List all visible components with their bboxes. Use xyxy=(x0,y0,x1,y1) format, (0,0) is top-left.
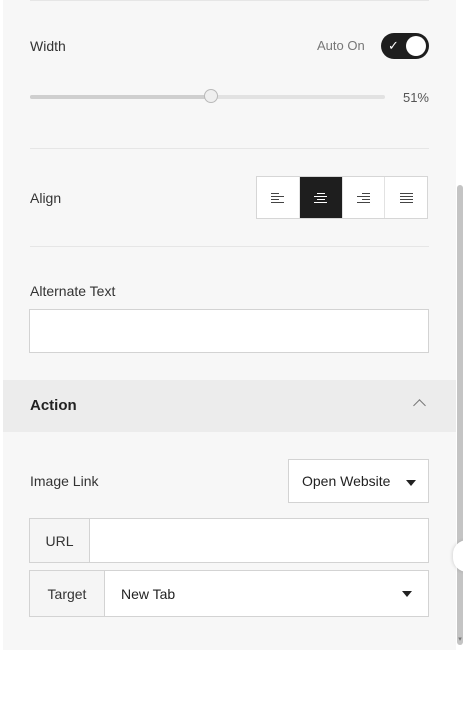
align-right-icon xyxy=(356,192,370,203)
divider xyxy=(30,246,429,247)
width-label: Width xyxy=(30,38,66,54)
target-value: New Tab xyxy=(121,586,176,602)
chevron-up-icon[interactable] xyxy=(413,399,426,412)
top-divider xyxy=(30,0,429,1)
caret-down-icon xyxy=(402,591,412,597)
check-icon: ✓ xyxy=(388,38,399,53)
align-center-button[interactable] xyxy=(298,177,342,218)
align-justify-icon xyxy=(399,192,413,203)
target-label: Target xyxy=(30,571,105,616)
toggle-knob xyxy=(406,36,426,56)
align-left-icon xyxy=(271,192,285,203)
action-section-title: Action xyxy=(30,397,77,414)
align-center-icon xyxy=(314,192,328,203)
slider-thumb[interactable] xyxy=(204,89,219,103)
alt-text-input[interactable] xyxy=(29,309,429,353)
slider-fill xyxy=(30,95,212,99)
align-left-button[interactable] xyxy=(257,177,299,218)
alt-text-label: Alternate Text xyxy=(30,283,116,299)
divider xyxy=(30,148,429,149)
align-right-button[interactable] xyxy=(341,177,385,218)
action-section-header[interactable]: Action xyxy=(3,380,456,432)
image-link-value: Open Website xyxy=(302,473,391,489)
url-label: URL xyxy=(30,519,90,562)
url-input[interactable] xyxy=(90,519,428,562)
align-justify-button[interactable] xyxy=(384,177,427,218)
auto-on-label: Auto On xyxy=(317,38,365,53)
auto-width-toggle[interactable]: ✓ xyxy=(381,33,429,59)
target-select[interactable]: New Tab xyxy=(105,571,428,616)
properties-panel: Width Auto On ✓ 51% Align Alternate Text… xyxy=(3,0,456,650)
image-link-select[interactable]: Open Website xyxy=(288,459,429,503)
target-field-group: Target New Tab xyxy=(29,570,429,617)
url-field-group: URL xyxy=(29,518,429,563)
align-button-group xyxy=(256,176,428,219)
scrollbar-thumb[interactable] xyxy=(457,185,463,645)
width-value: 51% xyxy=(402,90,429,105)
scroll-down-icon[interactable]: ▾ xyxy=(457,636,463,644)
align-label: Align xyxy=(30,190,62,206)
image-link-label: Image Link xyxy=(30,473,99,489)
width-slider[interactable] xyxy=(30,89,385,103)
caret-down-icon xyxy=(406,480,416,486)
